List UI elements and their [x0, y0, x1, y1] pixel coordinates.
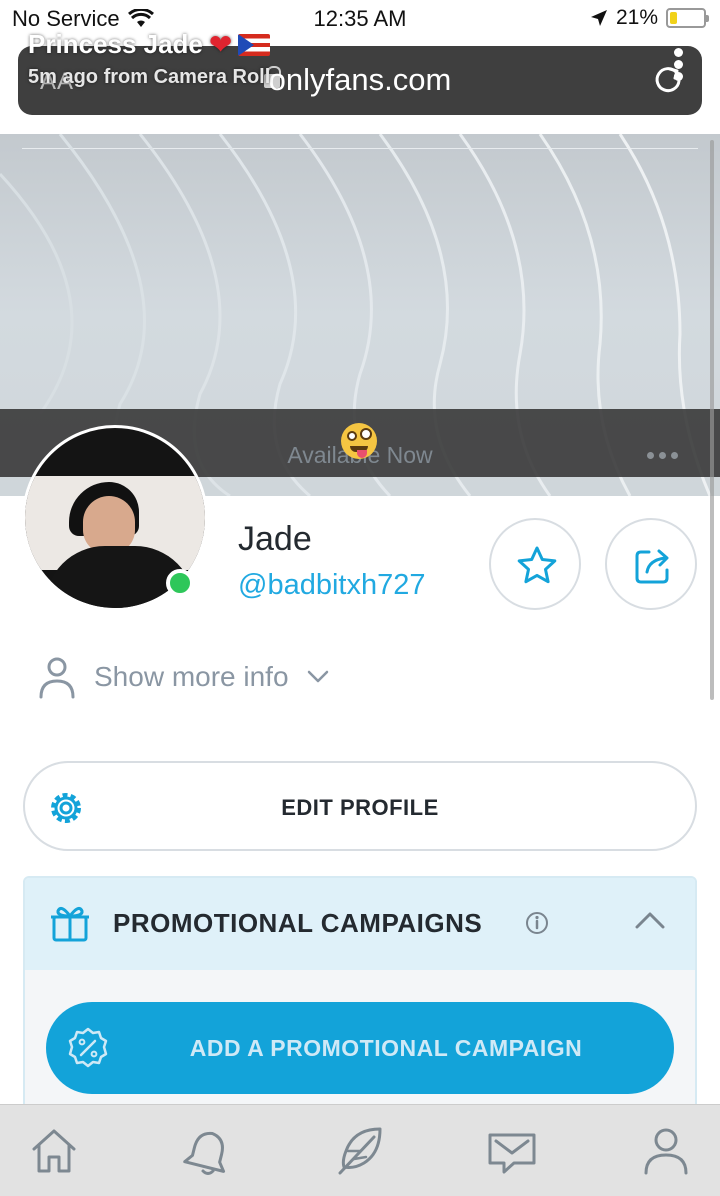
feather-icon [338, 1127, 382, 1175]
battery-tip [706, 15, 709, 22]
nav-notifications[interactable] [182, 1125, 234, 1177]
home-icon [32, 1129, 76, 1173]
scrollbar[interactable] [710, 140, 714, 700]
battery-level [670, 12, 677, 24]
share-icon [635, 549, 669, 584]
puerto-rico-flag-icon [238, 33, 271, 56]
location-arrow-icon [590, 10, 607, 26]
show-more-info-toggle[interactable]: Show more info [38, 654, 329, 700]
add-promotional-campaign-button[interactable]: ADD A PROMOTIONAL CAMPAIGN [46, 1002, 674, 1094]
battery-icon [666, 8, 709, 28]
message-icon [488, 1133, 536, 1174]
nav-new-post[interactable] [334, 1125, 386, 1177]
share-button[interactable] [605, 518, 697, 610]
add-promotional-campaign-label: ADD A PROMOTIONAL CAMPAIGN [189, 1035, 583, 1061]
snap-story-subtitle: 5m ago from Camera Roll [28, 66, 271, 88]
edit-profile-button[interactable]: EDIT PROFILE [23, 761, 697, 851]
user-outline-icon [39, 657, 75, 699]
profile-name: Jade [238, 520, 312, 558]
zany-face-emoji-icon [341, 423, 377, 459]
online-status-indicator [166, 569, 194, 597]
snap-menu-icon[interactable] [674, 48, 684, 84]
nav-messages[interactable] [486, 1125, 538, 1177]
snap-story-name-text: Princess Jade [28, 29, 203, 59]
gift-icon [51, 906, 89, 942]
nav-home[interactable] [28, 1125, 80, 1177]
chevron-down-icon [307, 670, 328, 683]
profile-handle[interactable]: @badbitxh727 [238, 569, 425, 602]
info-icon[interactable] [525, 911, 549, 935]
heart-icon: ❤ [208, 29, 233, 60]
promotional-campaigns-header[interactable]: PROMOTIONAL CAMPAIGNS [25, 878, 695, 970]
avatar-photo [25, 476, 205, 608]
promotional-campaigns-title: PROMOTIONAL CAMPAIGNS [113, 908, 483, 938]
battery-percent: 21% [615, 6, 658, 29]
chevron-up-icon[interactable] [635, 910, 665, 930]
more-options-icon[interactable] [647, 452, 678, 459]
star-icon [517, 546, 557, 584]
edit-profile-label: EDIT PROFILE [281, 795, 439, 820]
status-right: 21% [590, 6, 709, 30]
snap-story-name: Princess Jade ❤ [28, 28, 271, 61]
user-icon [644, 1128, 688, 1175]
nav-profile[interactable] [640, 1125, 692, 1177]
bottom-nav [0, 1104, 720, 1196]
bell-icon [183, 1131, 226, 1175]
show-more-info-label: Show more info [94, 661, 289, 692]
favorite-button[interactable] [489, 518, 581, 610]
